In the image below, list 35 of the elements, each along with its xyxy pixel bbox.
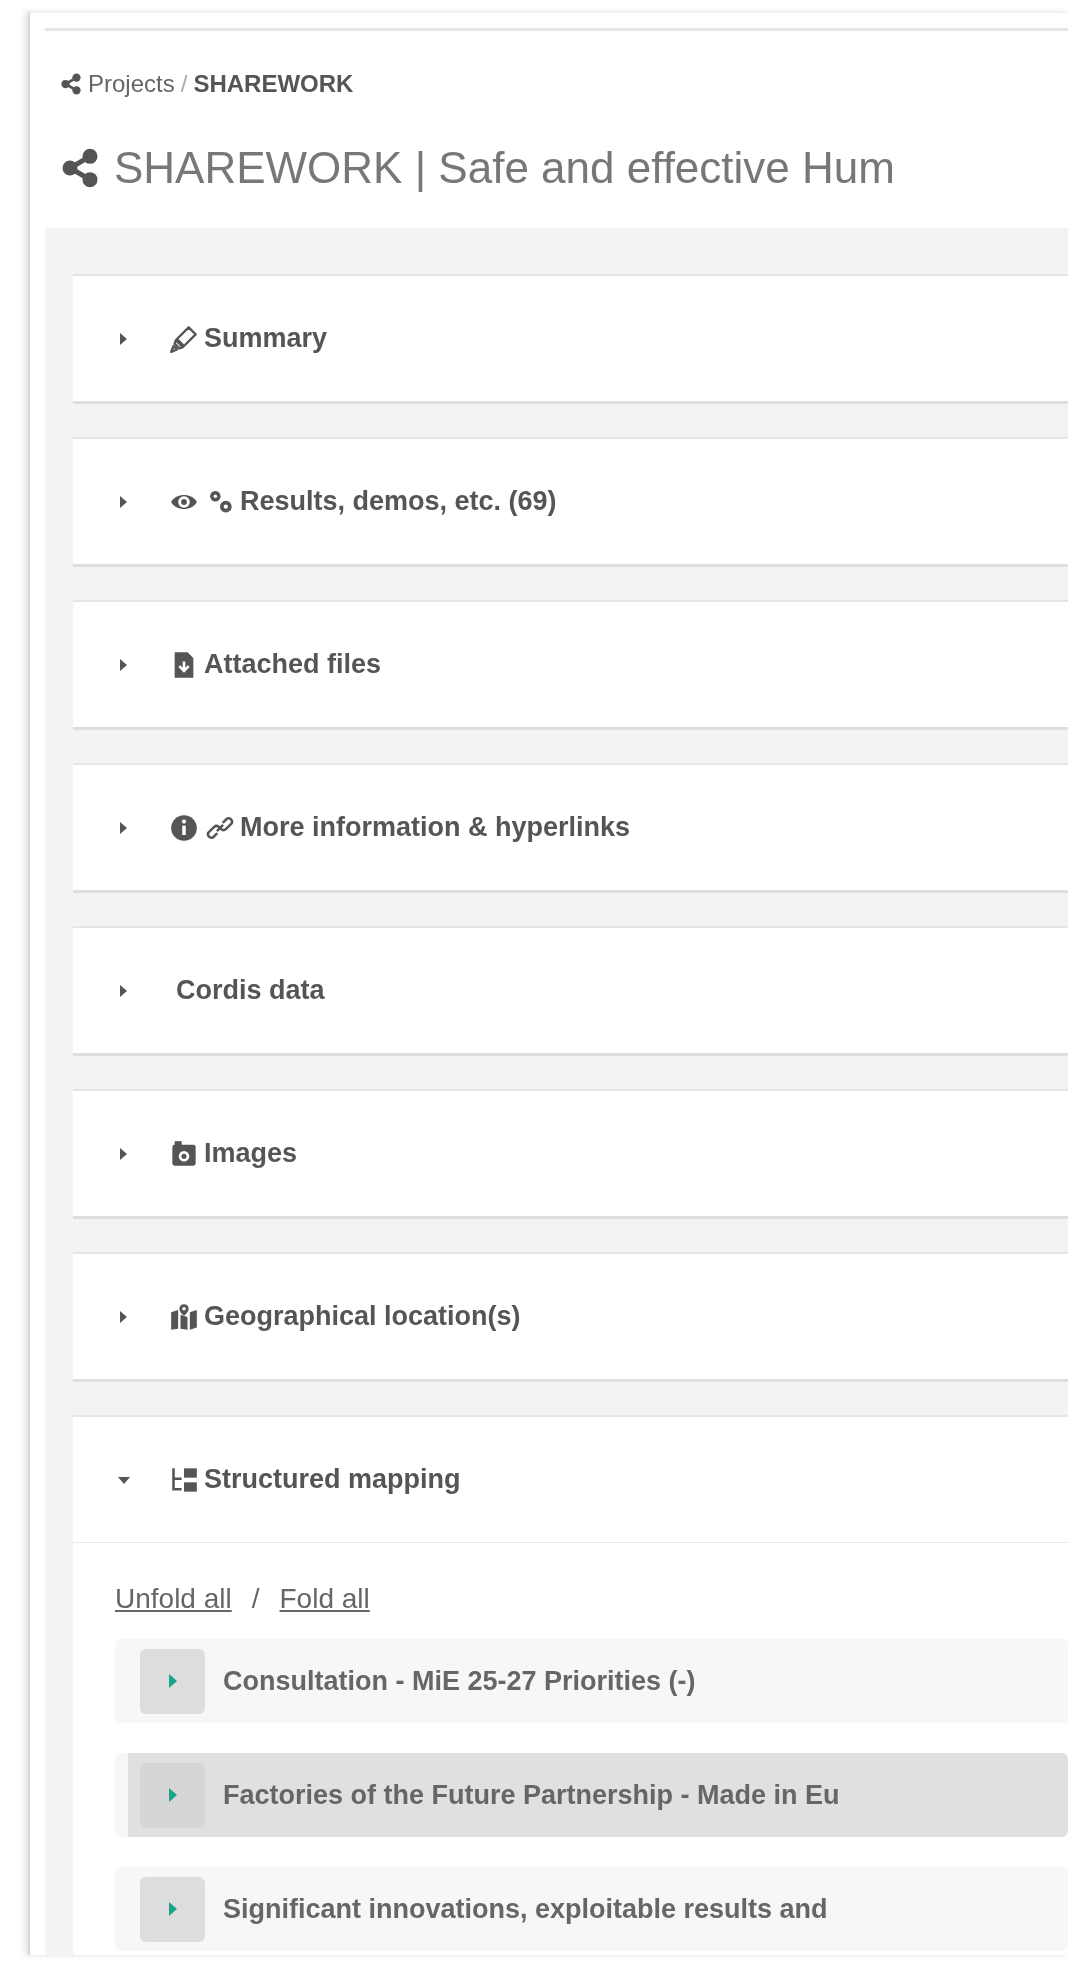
fold-all-link[interactable]: Fold all: [279, 1583, 370, 1615]
breadcrumb-link[interactable]: Projects: [88, 70, 175, 98]
camera-icon: [170, 1139, 198, 1168]
expand-button[interactable]: [140, 1876, 205, 1942]
tree-item-label: Significant innovations, exploitable results and: [223, 1893, 828, 1925]
info-icon: [170, 813, 198, 842]
tree-item-label: Factories of the Future Partnership - Made in Eu: [223, 1779, 840, 1811]
expand-button[interactable]: [140, 1762, 205, 1828]
section-title: More information & hyperlinks: [240, 812, 631, 843]
section-title: Structured mapping: [204, 1464, 461, 1495]
link-separator: /: [251, 1583, 260, 1615]
section-title: Cordis data: [176, 975, 325, 1006]
caret-icon: [167, 1787, 178, 1803]
tree-item-label: Consultation - MiE 25-27 Priorities (-): [223, 1665, 696, 1697]
caret-icon: [167, 1901, 178, 1917]
share-icon: [60, 73, 82, 95]
section-title: Images: [204, 1138, 298, 1169]
sitemap-icon: [170, 1465, 198, 1494]
highlighter-icon: [170, 324, 198, 353]
page-title: SHAREWORK | Safe and effective Hum: [114, 143, 895, 193]
section-title: Attached files: [204, 649, 382, 680]
breadcrumb-separator: /: [180, 70, 188, 98]
map-icon: [170, 1302, 198, 1331]
caret-icon: [167, 1673, 178, 1689]
section-title: Geographical location(s): [204, 1301, 521, 1332]
section-title: Results, demos, etc. (69): [240, 486, 557, 517]
section-title: Summary: [204, 323, 328, 354]
expand-button[interactable]: [140, 1648, 205, 1714]
section-header[interactable]: Structured mapping: [73, 1417, 1068, 1543]
tree-item[interactable]: Consultation - MiE 25-27 Priorities (-): [115, 1639, 1068, 1723]
tree-item[interactable]: Significant innovations, exploitable results and: [115, 1867, 1068, 1951]
breadcrumb-current: SHAREWORK: [193, 70, 354, 98]
tree-item[interactable]: Factories of the Future Partnership - Made in Eu: [115, 1753, 1068, 1837]
unfold-all-link[interactable]: Unfold all: [115, 1583, 232, 1615]
share-icon: [60, 148, 100, 188]
